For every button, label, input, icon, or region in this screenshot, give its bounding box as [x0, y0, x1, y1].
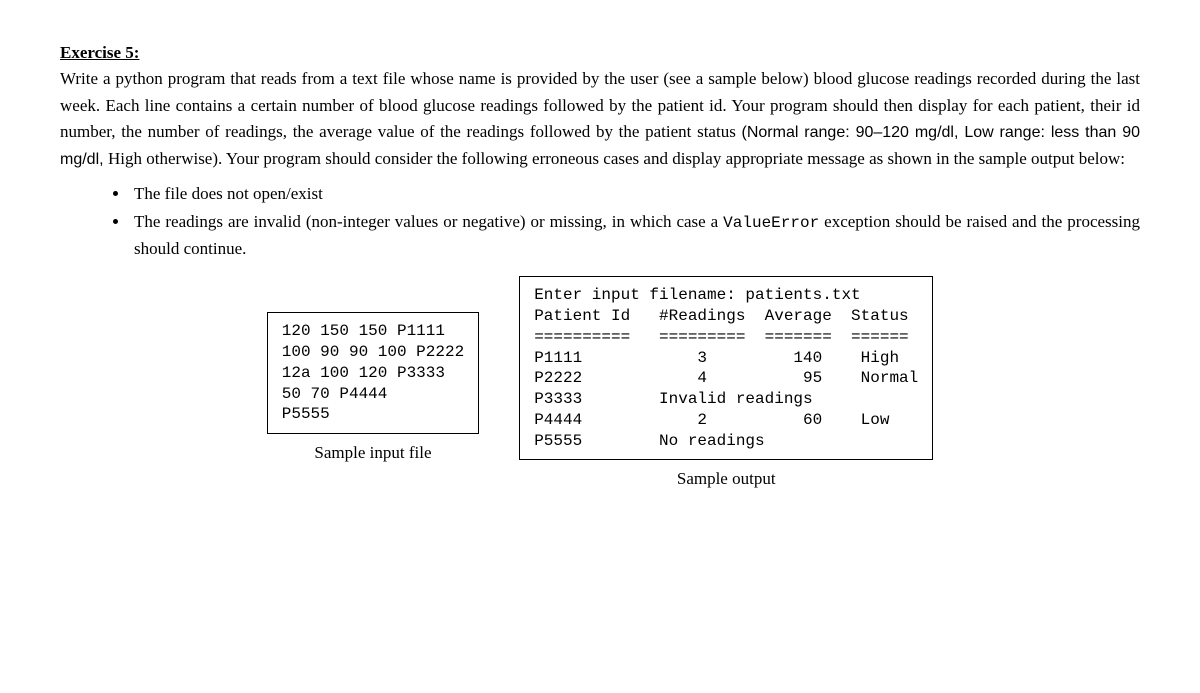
sample-output-box: Enter input filename: patients.txt Patie…	[519, 276, 933, 460]
paragraph-text-2: High otherwise). Your program should con…	[108, 149, 1125, 168]
bullet-list: The file does not open/exist The reading…	[60, 181, 1140, 262]
exercise-title: Exercise 5:	[60, 43, 139, 62]
samples-row: 120 150 150 P1111 100 90 90 100 P2222 12…	[60, 276, 1140, 493]
bullet-text: The file does not open/exist	[134, 184, 323, 203]
sample-input-box: 120 150 150 P1111 100 90 90 100 P2222 12…	[267, 312, 479, 434]
sample-input-caption: Sample input file	[314, 440, 431, 466]
exercise-paragraph: Exercise 5: Write a python program that …	[60, 40, 1140, 173]
bullet-text-a: The readings are invalid (non-integer va…	[134, 212, 723, 231]
code-text: ValueError	[723, 214, 819, 232]
list-item: The file does not open/exist	[130, 181, 1140, 207]
sample-output-col: Enter input filename: patients.txt Patie…	[519, 276, 933, 493]
sample-output-caption: Sample output	[677, 466, 776, 492]
list-item: The readings are invalid (non-integer va…	[130, 209, 1140, 262]
sample-input-col: 120 150 150 P1111 100 90 90 100 P2222 12…	[267, 276, 479, 493]
